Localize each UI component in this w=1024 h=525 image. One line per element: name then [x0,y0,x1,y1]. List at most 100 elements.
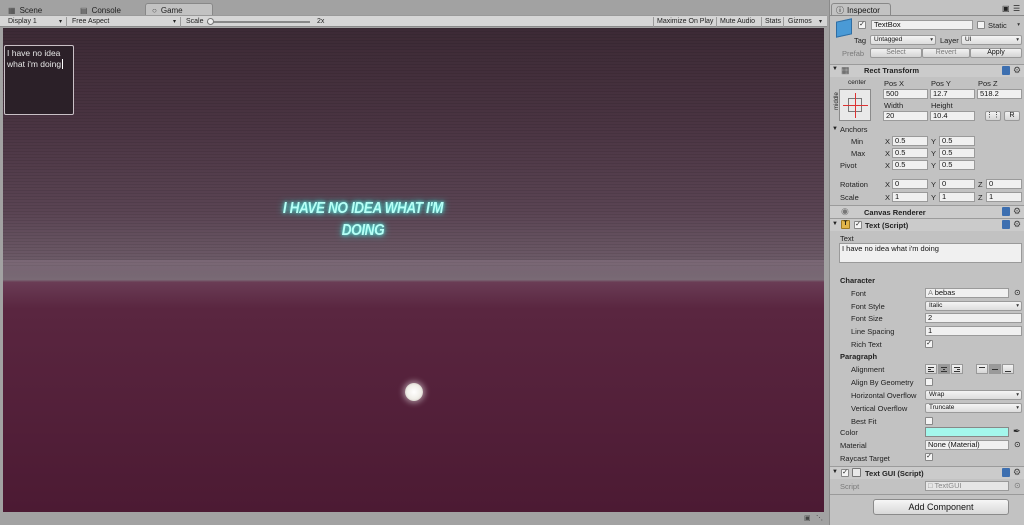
text-enabled-checkbox[interactable]: ✓ [854,221,862,229]
chevron-down-icon: ▾ [1016,303,1019,309]
text-area[interactable]: I have no idea what i'm doing [839,243,1022,263]
pivot-y-field[interactable]: 0.5 [939,160,975,170]
prefab-revert-button[interactable]: Revert [922,48,970,58]
display-dropdown[interactable]: Display 1 ▾ [4,17,64,27]
collapse-arrow-icon[interactable]: ▼ [832,469,838,475]
book-icon[interactable] [1002,207,1010,216]
tag-dropdown[interactable]: Untagged ▾ [870,35,936,45]
add-component-button[interactable]: Add Component [873,499,1009,515]
align-top-button[interactable] [976,364,988,374]
vertical-overflow-dropdown[interactable]: Truncate ▾ [925,403,1022,413]
collapse-arrow-icon[interactable]: ▼ [832,126,838,132]
anchor-min-x-field[interactable]: 0.5 [892,136,928,146]
rich-text-label: Rich Text [851,340,882,349]
rich-text-checkbox[interactable]: ✓ [925,340,933,348]
font-size-field[interactable]: 2 [925,313,1022,323]
canvas-renderer-header[interactable] [830,205,1024,218]
pos-y-field[interactable]: 12.7 [930,89,975,99]
material-field[interactable]: None (Material) [925,440,1009,450]
font-style-dropdown[interactable]: Italic ▾ [925,301,1022,311]
scale-slider-thumb[interactable] [207,18,215,25]
anchor-max-y-field[interactable]: 0.5 [939,148,975,158]
anchor-presets-button[interactable] [839,89,871,121]
object-name-field[interactable]: TextBox [871,20,973,30]
lock-icon[interactable]: ▣ [1002,4,1010,13]
gear-icon[interactable]: ⚙ [1013,207,1021,216]
anchors-label: Anchors [840,125,868,134]
pivot-x-field[interactable]: 0.5 [892,160,928,170]
scale-y-field[interactable]: 1 [939,192,975,202]
divider [830,494,1024,495]
z-label: Z [978,193,983,202]
align-middle-button[interactable] [989,364,1001,374]
align-right-button[interactable] [951,364,963,374]
game-textbox[interactable]: I have no idea what i'm doing [4,45,74,115]
maximize-on-play-toggle[interactable]: Maximize On Play [654,17,716,27]
width-field[interactable]: 20 [883,111,928,121]
static-checkbox[interactable] [977,21,985,29]
layer-dropdown[interactable]: UI ▾ [961,35,1022,45]
rotation-y-field[interactable]: 0 [939,179,975,189]
rect-transform-header[interactable] [830,64,1024,77]
color-swatch[interactable] [925,427,1009,437]
horizontal-overflow-label: Horizontal Overflow [851,391,917,400]
lock-icon[interactable]: ▣ [804,514,812,522]
scene-icon: ▦ [8,5,16,15]
collapse-arrow-icon[interactable]: ▼ [832,221,838,227]
y-label: Y [931,161,937,170]
align-left-button[interactable] [925,364,937,374]
pos-x-field[interactable]: 500 [883,89,928,99]
mute-audio-toggle[interactable]: Mute Audio [717,17,758,27]
font-style-label: Font Style [851,302,885,311]
text-gui-enabled-checkbox[interactable]: ✓ [841,469,849,477]
collapse-arrow-icon[interactable]: ▼ [832,66,838,72]
resize-grip-icon[interactable]: ⋱ [816,514,824,522]
raycast-target-checkbox[interactable]: ✓ [925,453,933,461]
anchor-min-y-field[interactable]: 0.5 [939,136,975,146]
book-icon[interactable] [1002,66,1010,75]
gear-icon[interactable]: ⚙ [1013,220,1021,229]
font-field[interactable]: A bebas [925,288,1009,298]
prefab-apply-button[interactable]: Apply [970,48,1022,58]
font-label: Font [851,289,867,298]
y-label: Y [931,180,937,189]
rotation-x-field[interactable]: 0 [892,179,928,189]
rect-transform-icon: ▦ [841,65,850,75]
book-icon[interactable] [1002,468,1010,477]
anchor-max-x-field[interactable]: 0.5 [892,148,928,158]
stats-toggle[interactable]: Stats [762,17,784,27]
best-fit-checkbox[interactable] [925,417,933,425]
rect-transform-title: Rect Transform [864,66,920,75]
rotation-z-field[interactable]: 0 [986,179,1022,189]
align-by-geometry-checkbox[interactable] [925,378,933,386]
object-picker-icon[interactable]: ⊙ [1014,440,1021,449]
width-label: Width [884,101,904,110]
horizontal-overflow-dropdown[interactable]: Wrap ▾ [925,390,1022,400]
game-viewport[interactable]: I have no idea what i'm doing I HAVE NO … [3,28,824,512]
static-dropdown[interactable]: ▾ [1010,21,1022,31]
book-icon[interactable] [1002,220,1010,229]
blueprint-mode-button[interactable]: ⋮⋮ [985,111,1001,121]
rotation-label: Rotation [840,180,868,189]
gizmos-dropdown[interactable]: Gizmos ▾ [784,17,824,27]
raw-edit-button[interactable]: R [1004,111,1020,121]
pos-z-field[interactable]: 518.2 [977,89,1022,99]
height-label: Height [931,101,953,110]
scale-z-field[interactable]: 1 [986,192,1022,202]
height-field[interactable]: 10.4 [930,111,975,121]
eyedropper-icon[interactable]: ✒ [1013,426,1021,437]
object-picker-icon[interactable]: ⊙ [1014,288,1021,297]
gear-icon[interactable]: ⚙ [1013,468,1021,477]
scale-slider[interactable] [207,21,310,23]
gear-icon[interactable]: ⚙ [1013,66,1021,75]
horizon [3,260,824,276]
menu-icon[interactable]: ☰ [1013,4,1020,13]
align-center-button[interactable] [938,364,950,374]
aspect-dropdown[interactable]: Free Aspect ▾ [68,17,178,27]
active-checkbox[interactable]: ✓ [858,21,866,29]
line-spacing-field[interactable]: 1 [925,326,1022,336]
pos-y-label: Pos Y [931,79,951,88]
scale-x-field[interactable]: 1 [892,192,928,202]
align-bottom-button[interactable] [1002,364,1014,374]
prefab-select-button[interactable]: Select [870,48,922,58]
